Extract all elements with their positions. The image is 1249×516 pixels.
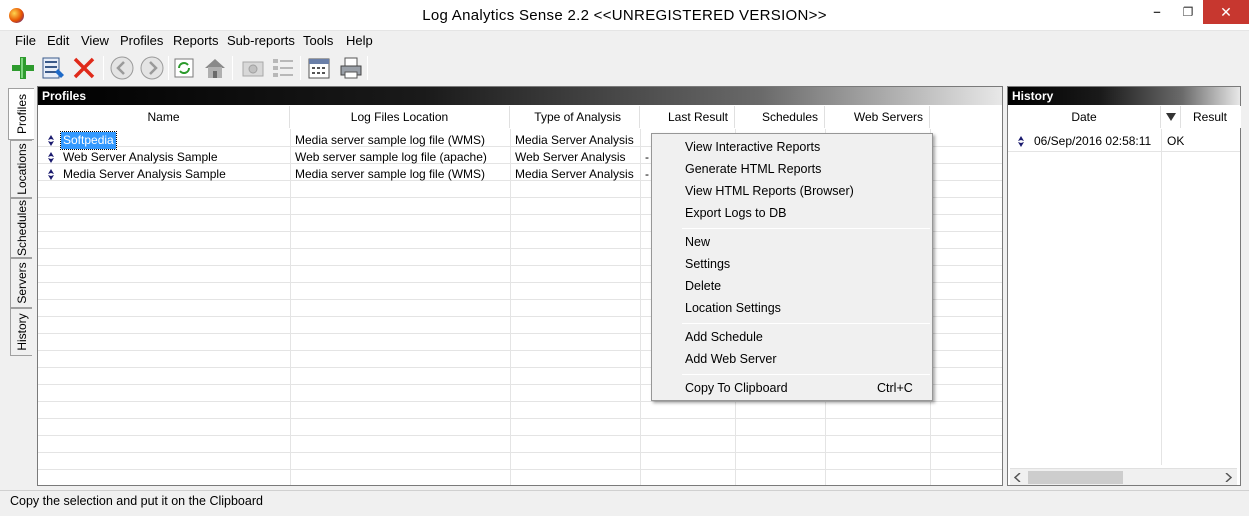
maximize-button[interactable]: [1172, 0, 1204, 24]
profile-name-cell[interactable]: Media Server Analysis Sample: [63, 166, 226, 183]
scroll-left-icon[interactable]: [1014, 473, 1022, 482]
profile-name-cell[interactable]: Web Server Analysis Sample: [63, 149, 218, 166]
add-icon[interactable]: [10, 55, 36, 81]
history-horizontal-scrollbar[interactable]: [1010, 468, 1237, 485]
menu-bar: File Edit View Profiles Reports Sub-repo…: [0, 31, 1249, 51]
menu-reports[interactable]: Reports: [173, 33, 219, 48]
profiles-panel-header: Profiles: [38, 87, 1002, 105]
last-result-cell: -: [645, 150, 649, 164]
menu-item-view-interactive-reports[interactable]: View Interactive Reports: [685, 140, 820, 154]
history-panel-header: History: [1008, 87, 1240, 105]
menu-item-add-schedule[interactable]: Add Schedule: [685, 330, 763, 344]
history-entry-icon: [1018, 136, 1024, 147]
location-cell: Media server sample log file (WMS): [295, 167, 486, 181]
last-result-cell: -: [645, 167, 649, 181]
minimize-button[interactable]: [1141, 0, 1173, 24]
column-date[interactable]: Date: [1008, 106, 1161, 128]
profile-icon: [48, 152, 54, 163]
location-cell: Web server sample log file (apache): [295, 150, 487, 164]
status-bar: Copy the selection and put it on the Cli…: [0, 490, 1249, 516]
home-icon[interactable]: [202, 55, 228, 81]
menu-item-delete[interactable]: Delete: [685, 279, 721, 293]
menu-item-settings[interactable]: Settings: [685, 257, 730, 271]
history-date-cell: 06/Sep/2016 02:58:11: [1034, 134, 1152, 148]
copy-shortcut-label: Ctrl+C: [877, 381, 913, 395]
column-type-of-analysis[interactable]: Type of Analysis: [510, 106, 640, 128]
title-bar: Log Analytics Sense 2.2 <<UNREGISTERED V…: [0, 0, 1249, 31]
analysis-type-cell: Web Server Analysis: [515, 150, 626, 164]
menu-item-add-web-server[interactable]: Add Web Server: [685, 352, 776, 366]
menu-item-view-html-reports-browser[interactable]: View HTML Reports (Browser): [685, 184, 854, 198]
menu-edit[interactable]: Edit: [47, 33, 69, 48]
forward-icon[interactable]: [139, 55, 165, 81]
refresh-icon[interactable]: [171, 55, 197, 81]
history-panel: History Date Result 06/Sep/2016 02:58:11…: [1007, 86, 1241, 486]
table-row[interactable]: 06/Sep/2016 02:58:11 OK: [1008, 133, 1240, 150]
menu-item-generate-html-reports[interactable]: Generate HTML Reports: [685, 162, 821, 176]
print-icon[interactable]: [338, 55, 364, 81]
tab-history[interactable]: History: [10, 308, 32, 356]
tab-schedules[interactable]: Schedules: [10, 198, 32, 258]
toolbar: [0, 52, 1249, 85]
snapshot-icon[interactable]: [240, 55, 266, 81]
menu-profiles[interactable]: Profiles: [120, 33, 163, 48]
menu-view[interactable]: View: [81, 33, 109, 48]
menu-sub-reports[interactable]: Sub-reports: [227, 33, 295, 48]
profile-icon: [48, 135, 54, 146]
side-tab-strip: Profiles Locations Schedules Servers His…: [8, 88, 34, 488]
status-text: Copy the selection and put it on the Cli…: [10, 494, 263, 508]
window-title: Log Analytics Sense 2.2 <<UNREGISTERED V…: [422, 7, 827, 24]
tab-servers[interactable]: Servers: [10, 258, 32, 308]
context-menu: View Interactive Reports Generate HTML R…: [651, 133, 933, 401]
menu-help[interactable]: Help: [346, 33, 373, 48]
menu-item-new[interactable]: New: [685, 235, 710, 249]
tab-profiles[interactable]: Profiles: [8, 88, 34, 140]
close-button[interactable]: [1203, 0, 1249, 24]
column-web-servers[interactable]: Web Servers: [825, 106, 930, 128]
scrollbar-thumb[interactable]: [1028, 471, 1123, 484]
calendar-icon[interactable]: [306, 55, 332, 81]
menu-item-export-logs-to-db[interactable]: Export Logs to DB: [685, 206, 786, 220]
history-result-cell: OK: [1167, 134, 1185, 148]
menu-item-location-settings[interactable]: Location Settings: [685, 301, 781, 315]
scroll-right-icon[interactable]: [1224, 473, 1232, 482]
column-schedules[interactable]: Schedules: [735, 106, 825, 128]
sort-descending-icon[interactable]: [1161, 106, 1181, 128]
location-cell: Media server sample log file (WMS): [295, 133, 486, 147]
column-name[interactable]: Name: [38, 106, 290, 128]
column-result[interactable]: Result: [1181, 106, 1241, 128]
menu-item-copy-to-clipboard[interactable]: Copy To Clipboard: [685, 381, 788, 395]
profile-icon: [48, 169, 54, 180]
profile-name-cell[interactable]: Softpedia: [60, 131, 117, 150]
analysis-type-cell: Media Server Analysis: [515, 133, 634, 147]
list-icon[interactable]: [270, 55, 296, 81]
column-log-files-location[interactable]: Log Files Location: [290, 106, 510, 128]
column-last-result[interactable]: Last Result: [640, 106, 735, 128]
back-icon[interactable]: [109, 55, 135, 81]
properties-icon[interactable]: [40, 55, 66, 81]
analysis-type-cell: Media Server Analysis: [515, 167, 634, 181]
tab-locations[interactable]: Locations: [10, 140, 32, 198]
history-grid: 06/Sep/2016 02:58:11 OK: [1008, 129, 1240, 465]
delete-icon[interactable]: [71, 55, 97, 81]
menu-file[interactable]: File: [15, 33, 36, 48]
menu-tools[interactable]: Tools: [303, 33, 333, 48]
